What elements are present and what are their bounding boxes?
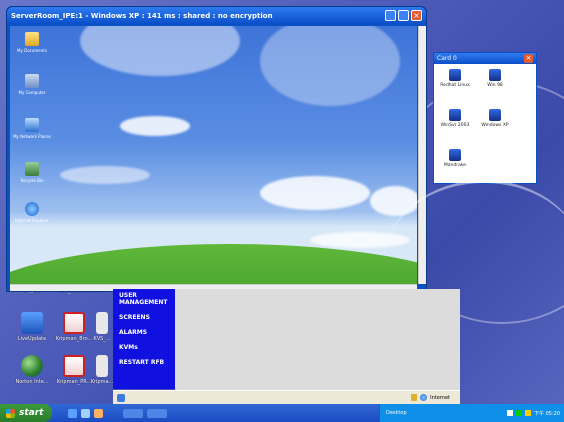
remote-desktop-wallpaper[interactable]: My Documents My Computer My Network Plac…: [10, 26, 417, 284]
windows-logo-icon: [6, 408, 15, 418]
recycle-bin-icon: [25, 162, 39, 176]
menu-item-alarms[interactable]: ALARMS: [113, 326, 175, 339]
content-panel: [175, 289, 460, 390]
taskbar-item-1[interactable]: [123, 408, 143, 418]
monitor-icon: [449, 149, 461, 161]
document-icon: [96, 312, 108, 334]
remote-icon-my-computer[interactable]: My Computer: [12, 74, 52, 95]
lock-icon: [411, 394, 418, 401]
quick-launch-media-icon[interactable]: [94, 408, 103, 418]
cloud: [310, 232, 410, 248]
remote-window-titlebar[interactable]: ServerRoom_IPE:1 - Windows XP : 141 ms :…: [7, 7, 426, 24]
security-zone: Internet: [411, 394, 450, 401]
start-button[interactable]: start: [0, 404, 52, 422]
clock[interactable]: 下午 05:20: [534, 410, 560, 417]
host-desktop: Crypto usb_3880 1... KVer... LiveUpdate …: [0, 0, 564, 422]
tray-icon[interactable]: [525, 410, 531, 416]
host-icon-label: Norton Inte...: [15, 379, 49, 385]
remote-icon-my-network[interactable]: My Network Places: [12, 118, 52, 139]
minimize-button[interactable]: [385, 10, 396, 21]
network-icon: [25, 118, 39, 132]
card-window-titlebar[interactable]: Card 0 ×: [434, 53, 536, 64]
card-item-label: Win 98: [487, 83, 503, 88]
card-item-mandrake[interactable]: Mandrake: [438, 149, 472, 168]
card-item-label: Mandrake: [443, 163, 467, 168]
remote-icon-internet-explorer[interactable]: Internet Explorer: [12, 202, 52, 223]
menu-item-screens[interactable]: SCREENS: [113, 311, 175, 324]
card-item-winsvr2003[interactable]: WinSvr 2003: [438, 109, 472, 128]
vertical-scrollbar[interactable]: [418, 26, 426, 284]
remote-icon-label: My Documents: [17, 48, 47, 53]
cloud: [370, 186, 417, 216]
hill: [10, 244, 417, 284]
card-close-button[interactable]: ×: [524, 54, 533, 63]
host-icon-label: LiveUpdate: [17, 336, 47, 342]
card-item-label: WinSvr 2003: [440, 123, 470, 128]
card-item-label: Windows XP: [481, 123, 509, 128]
remote-session-window: ServerRoom_IPE:1 - Windows XP : 141 ms :…: [6, 6, 427, 292]
cloud: [260, 176, 370, 210]
remote-icon-my-documents[interactable]: My Documents: [12, 32, 52, 53]
pdf-icon: [63, 355, 85, 377]
cloud: [60, 166, 150, 184]
monitor-icon: [449, 109, 461, 121]
pdf-icon: [63, 312, 85, 334]
quick-launch-desktop-icon[interactable]: [81, 408, 90, 418]
remote-icon-label: My Network Places: [13, 134, 51, 139]
taskbar-item-2[interactable]: [147, 408, 167, 418]
folder-icon: [25, 32, 39, 46]
liveupdate-icon: [21, 312, 43, 334]
menu-item-restart-rfb[interactable]: RESTART RFB: [113, 356, 175, 369]
card-window-title: Card 0: [437, 55, 457, 62]
host-icon-norton[interactable]: Norton Inte...: [8, 355, 56, 385]
monitor-icon: [489, 109, 501, 121]
taskbar: start Desktop 下午 05:20: [0, 404, 564, 422]
computer-icon: [25, 74, 39, 88]
remote-icon-label: Internet Explorer: [15, 218, 49, 223]
remote-icon-label: My Computer: [18, 90, 46, 95]
page-icon: [117, 393, 125, 402]
host-icon-kripma[interactable]: Kripma...: [90, 355, 114, 385]
remote-icon-label: Recycle Bin: [20, 178, 44, 183]
system-tray: Desktop 下午 05:20: [379, 404, 564, 422]
browser-status-bar: Internet: [113, 390, 460, 404]
desktop-toolbar-label[interactable]: Desktop: [386, 410, 407, 416]
norton-globe-icon: [21, 355, 43, 377]
card-item-win98[interactable]: Win 98: [478, 69, 512, 88]
internet-explorer-icon: [25, 202, 39, 216]
quick-launch-ie-icon[interactable]: [68, 408, 77, 418]
menu-item-user-management[interactable]: USER MANAGEMENT: [113, 289, 175, 309]
monitor-icon: [449, 69, 461, 81]
cloud: [80, 26, 240, 76]
close-button[interactable]: ×: [411, 10, 422, 21]
document-icon: [96, 355, 108, 377]
host-icon-label: KVS_...: [93, 336, 111, 342]
host-icon-label: Kripma...: [90, 379, 114, 385]
card-item-label: Redhat Linux: [440, 83, 470, 88]
cloud: [260, 26, 400, 106]
remote-icon-recycle-bin[interactable]: Recycle Bin: [12, 162, 52, 183]
tray-icon[interactable]: [516, 410, 522, 416]
globe-icon: [420, 394, 428, 401]
remote-window-title: ServerRoom_IPE:1 - Windows XP : 141 ms :…: [11, 11, 273, 20]
cloud: [120, 116, 190, 136]
menu-item-kvms[interactable]: KVMs: [113, 341, 175, 354]
card-item-windows-xp[interactable]: Windows XP: [478, 109, 512, 128]
host-icon-kvs[interactable]: KVS_...: [90, 312, 114, 342]
monitor-icon: [489, 69, 501, 81]
maximize-button[interactable]: [398, 10, 409, 21]
zone-label: Internet: [430, 394, 450, 401]
card-window: Card 0 × Redhat Linux Win 98 WinSvr 2003…: [433, 52, 537, 184]
card-item-redhat[interactable]: Redhat Linux: [438, 69, 472, 88]
host-icon-liveupdate[interactable]: LiveUpdate: [8, 312, 56, 342]
tray-icon[interactable]: [507, 410, 513, 416]
start-label: start: [19, 408, 44, 418]
kvm-menu: USER MANAGEMENT SCREENS ALARMS KVMs REST…: [113, 289, 175, 389]
